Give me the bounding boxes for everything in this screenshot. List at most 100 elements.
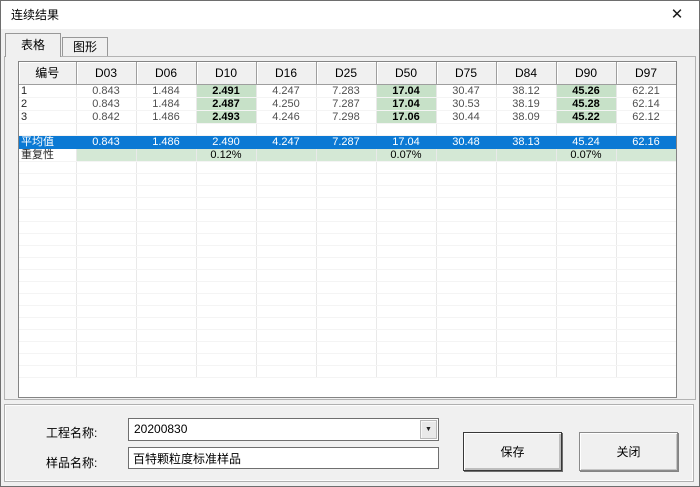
empty-cell: [76, 329, 137, 342]
empty-cell: [376, 197, 437, 210]
empty-cell: [436, 197, 497, 210]
cell-D50: 17.06: [376, 110, 437, 124]
sample-name-input[interactable]: [128, 447, 439, 469]
cell-D50: 17.04: [376, 135, 437, 149]
empty-cell: [496, 341, 557, 354]
empty-cell: [496, 257, 557, 270]
empty-cell: [76, 305, 137, 318]
row-label: [19, 305, 77, 318]
empty-cell: [376, 221, 437, 234]
title-bar: 连续结果 ✕: [1, 1, 699, 29]
row-label: [19, 269, 77, 282]
table-row[interactable]: 重复性 0.12% 0.07% 0.07%: [19, 148, 676, 162]
empty-cell: [196, 353, 257, 366]
empty-cell: [76, 365, 137, 378]
empty-cell: [196, 341, 257, 354]
row-label: 1: [19, 84, 77, 98]
empty-cell: [376, 245, 437, 258]
row-label: [19, 257, 77, 270]
column-header[interactable]: D06: [136, 62, 197, 85]
table-row[interactable]: 2 0.843 1.484 2.487 4.250 7.287 17.04 30.53 38.1…: [19, 97, 676, 111]
close-button[interactable]: 关闭: [579, 432, 678, 471]
cell-D97: 62.12: [616, 110, 676, 124]
empty-cell: [376, 317, 437, 330]
tab-table[interactable]: 表格: [5, 33, 61, 57]
cell-D75: 30.47: [436, 84, 497, 98]
empty-cell: [556, 245, 617, 258]
cell-D25: 7.283: [316, 84, 377, 98]
empty-cell: [376, 209, 437, 222]
column-header[interactable]: 编号: [19, 62, 77, 85]
row-label: 3: [19, 110, 77, 124]
table-row[interactable]: 平均值 0.843 1.486 2.490 4.247 7.287 17.04 30.48 38…: [19, 135, 676, 149]
empty-cell: [196, 233, 257, 246]
table-row[interactable]: [19, 123, 676, 136]
cell-D25: 7.287: [316, 135, 377, 149]
empty-cell: [436, 161, 497, 174]
empty-cell: [256, 293, 317, 306]
row-label: 重复性: [19, 148, 77, 162]
empty-cell: [616, 305, 676, 318]
empty-cell: [436, 233, 497, 246]
empty-cell: [556, 233, 617, 246]
empty-cell: [316, 317, 377, 330]
column-header[interactable]: D10: [196, 62, 257, 85]
empty-cell: [76, 161, 137, 174]
empty-cell: [376, 353, 437, 366]
empty-cell: [436, 185, 497, 198]
empty-cell: [256, 209, 317, 222]
empty-cell: [556, 257, 617, 270]
empty-cell: [196, 281, 257, 294]
empty-cell: [616, 269, 676, 282]
empty-cell: [256, 185, 317, 198]
empty-cell: [136, 341, 197, 354]
column-header[interactable]: D03: [76, 62, 137, 85]
empty-cell: [436, 341, 497, 354]
empty-cell: [556, 293, 617, 306]
empty-cell: [316, 185, 377, 198]
empty-cell: [316, 221, 377, 234]
empty-cell: [556, 317, 617, 330]
empty-cell: [616, 173, 676, 186]
empty-cell: [256, 329, 317, 342]
empty-cell: [196, 317, 257, 330]
column-header[interactable]: D97: [616, 62, 676, 85]
empty-cell: [436, 269, 497, 282]
empty-cell: [196, 173, 257, 186]
empty-cell: [136, 305, 197, 318]
results-table-container: 编号 D03 D06 D10 D16 D25 D50 D75 D84 D90 D97 1 0.843 1…: [18, 61, 677, 398]
column-header[interactable]: D50: [376, 62, 437, 85]
column-header[interactable]: D25: [316, 62, 377, 85]
table-row[interactable]: 3 0.842 1.486 2.493 4.246 7.298 17.06 30.44 38.0…: [19, 110, 676, 124]
chevron-down-icon[interactable]: ▼: [420, 420, 437, 439]
column-header[interactable]: D16: [256, 62, 317, 85]
save-button[interactable]: 保存: [463, 432, 562, 471]
cell-D90: [556, 123, 617, 136]
tab-graph[interactable]: 图形: [62, 37, 108, 56]
empty-cell: [256, 305, 317, 318]
empty-cell: [76, 341, 137, 354]
row-label: [19, 245, 77, 258]
column-header[interactable]: D84: [496, 62, 557, 85]
empty-cell: [556, 185, 617, 198]
column-header[interactable]: D75: [436, 62, 497, 85]
cell-D97: [616, 148, 676, 162]
cell-D84: 38.12: [496, 84, 557, 98]
empty-cell: [136, 257, 197, 270]
empty-cell: [136, 233, 197, 246]
close-icon[interactable]: ✕: [661, 1, 693, 29]
table-row[interactable]: 1 0.843 1.484 2.491 4.247 7.283 17.04 30.47 38.1…: [19, 84, 676, 98]
empty-cell: [556, 197, 617, 210]
project-name-value: 20200830: [134, 422, 188, 436]
column-header[interactable]: D90: [556, 62, 617, 85]
cell-D25: [316, 148, 377, 162]
results-table-header-row: 编号 D03 D06 D10 D16 D25 D50 D75 D84 D90 D97: [19, 62, 676, 85]
cell-D84: [496, 148, 557, 162]
cell-D75: [436, 148, 497, 162]
cell-D84: 38.13: [496, 135, 557, 149]
empty-cell: [436, 257, 497, 270]
empty-cell: [136, 221, 197, 234]
project-name-combobox[interactable]: 20200830 ▼: [128, 418, 439, 441]
empty-cell: [616, 221, 676, 234]
empty-cell: [616, 281, 676, 294]
